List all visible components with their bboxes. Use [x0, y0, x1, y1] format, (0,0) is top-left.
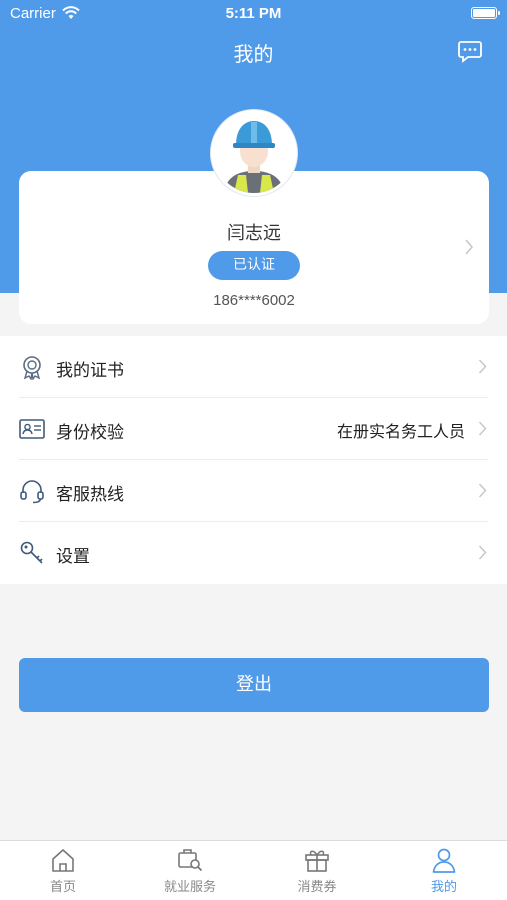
- status-time: 5:11 PM: [225, 5, 282, 22]
- chevron-right-icon: [465, 239, 474, 255]
- tab-label: 就业服务: [163, 880, 216, 895]
- menu-item-identity-check[interactable]: 身份校验 在册实名务工人员: [0, 398, 507, 460]
- verified-badge: 已认证: [208, 251, 300, 280]
- chevron-right-icon: [478, 421, 487, 436]
- menu-value: 在册实名务工人员: [336, 422, 465, 441]
- menu-item-certificate[interactable]: 我的证书: [0, 336, 507, 398]
- worker-avatar-icon: [214, 113, 294, 193]
- key-icon: [20, 541, 43, 564]
- id-card-icon: [19, 419, 45, 439]
- status-bar: Carrier 5:11 PM: [0, 0, 507, 28]
- tab-label: 我的: [430, 880, 457, 895]
- tab-label: 首页: [49, 880, 76, 895]
- menu-list: 我的证书 身份校验 在册实名务工人员 客服热线 设置: [0, 336, 507, 584]
- menu-label: 客服热线: [56, 485, 124, 505]
- certificate-icon: [23, 356, 41, 380]
- home-icon: [52, 849, 74, 872]
- chevron-right-icon: [478, 545, 487, 560]
- menu-label: 我的证书: [56, 361, 124, 381]
- tab-label: 消费券: [297, 880, 337, 895]
- logout-button[interactable]: 登出: [19, 658, 489, 712]
- chevron-right-icon: [478, 483, 487, 498]
- job-search-icon: [178, 849, 203, 872]
- menu-label: 设置: [56, 547, 90, 567]
- battery-icon: [471, 7, 500, 19]
- chevron-right-icon: [478, 359, 487, 374]
- tab-bar: 首页 就业服务 消费券 我的: [0, 840, 507, 900]
- user-phone: 186****6002: [213, 292, 295, 309]
- chat-icon[interactable]: [458, 41, 482, 63]
- tab-mine[interactable]: 我的: [381, 841, 507, 900]
- page-title: 我的: [233, 42, 274, 66]
- tab-home[interactable]: 首页: [0, 841, 126, 900]
- menu-item-hotline[interactable]: 客服热线: [0, 460, 507, 522]
- menu-item-settings[interactable]: 设置: [0, 522, 507, 584]
- tab-job-services[interactable]: 就业服务: [127, 841, 253, 900]
- gift-icon: [305, 850, 329, 872]
- user-name: 闫志远: [227, 223, 281, 244]
- tab-coupons[interactable]: 消费券: [254, 841, 380, 900]
- person-icon: [432, 848, 456, 873]
- headset-icon: [20, 480, 44, 504]
- avatar[interactable]: [211, 110, 297, 196]
- menu-label: 身份校验: [56, 423, 124, 443]
